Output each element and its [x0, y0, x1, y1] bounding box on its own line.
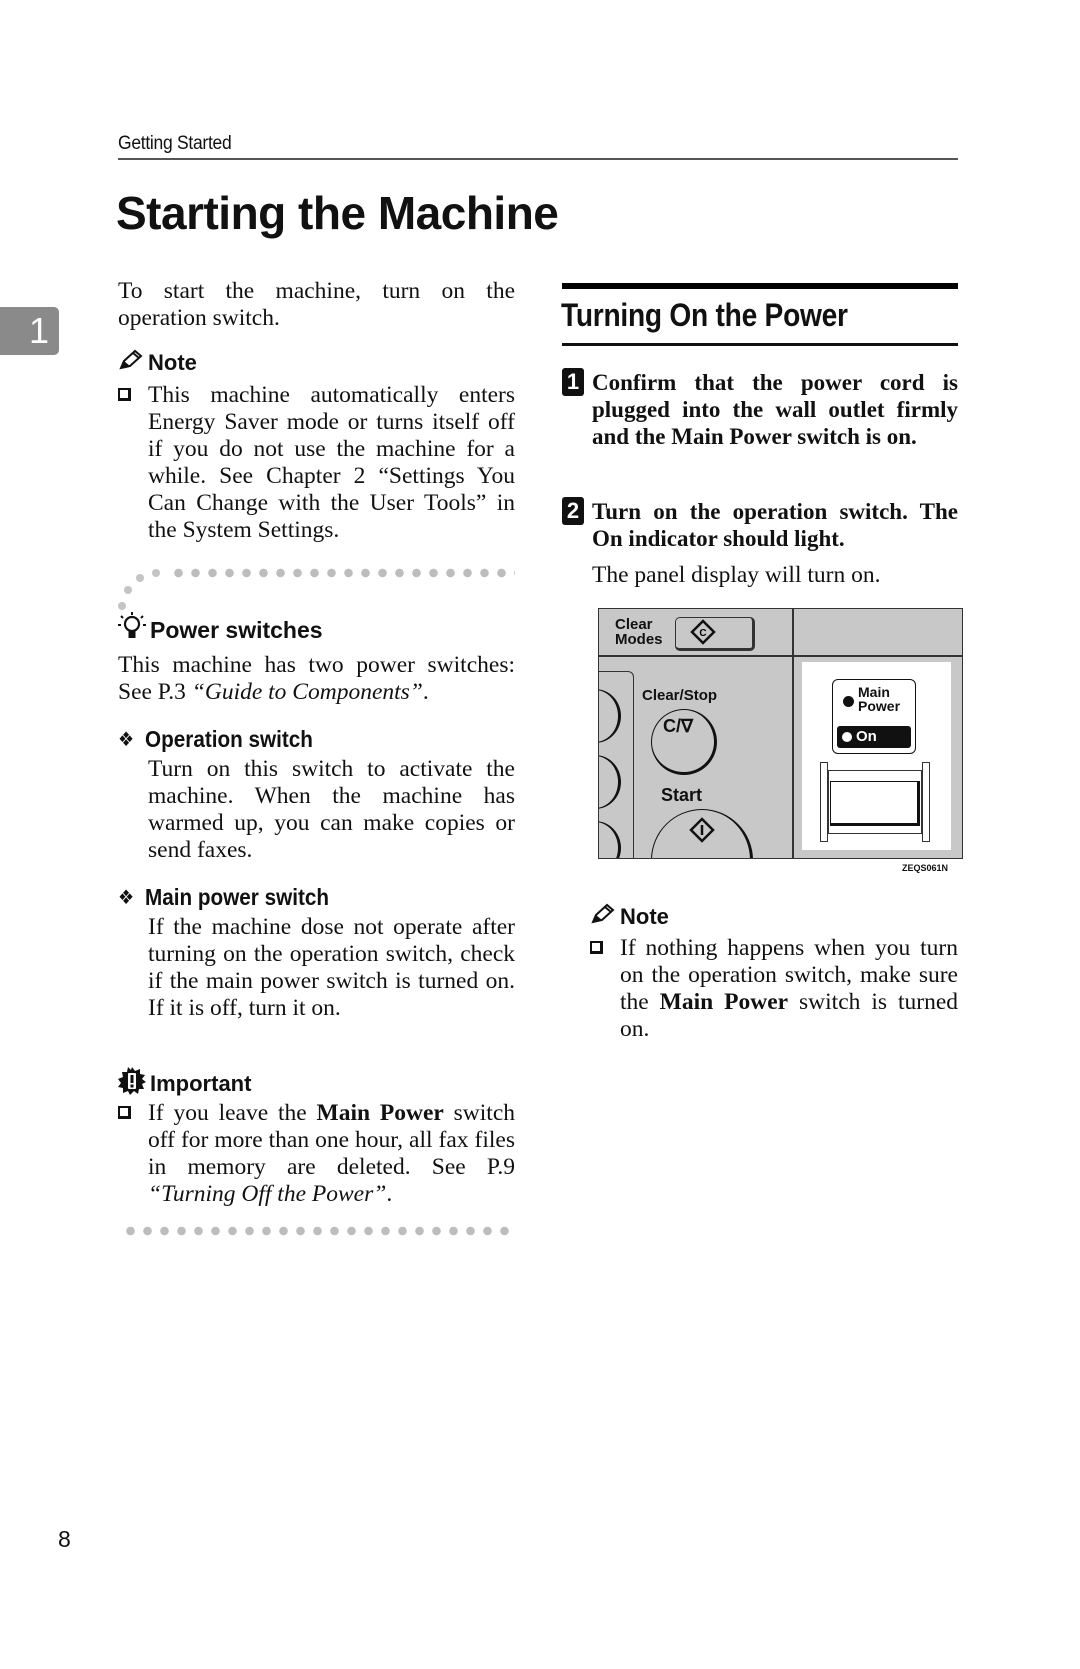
- intro-text: To start the machine, turn on the operat…: [118, 278, 515, 331]
- switch-guard: [820, 762, 828, 842]
- note-item-text: This machine automatically enters Energy…: [148, 382, 515, 543]
- subsection-title: Operation switch: [145, 726, 313, 752]
- main-power-indicator-box: Main Power On: [832, 679, 916, 754]
- important-text: If you leave the: [148, 1100, 317, 1126]
- pencil-icon: [118, 349, 144, 377]
- on-indicator: On: [837, 726, 911, 748]
- section-rule-top: [562, 283, 958, 289]
- important-text: .: [386, 1181, 393, 1207]
- checkbox-bullet-icon: [590, 935, 620, 1043]
- note-item-text: If nothing happens when you turn on the …: [620, 935, 958, 1043]
- step-2-result: The panel display will turn on.: [592, 562, 881, 588]
- section-rule-bottom: [562, 343, 958, 346]
- important-icon: [118, 1067, 146, 1101]
- clear-modes-label: Clear Modes: [615, 616, 663, 648]
- chapter-tab: 1: [0, 307, 59, 355]
- note-item: If nothing happens when you turn on the …: [590, 935, 958, 1043]
- reference-intro: This machine has two power switches: See…: [118, 652, 515, 706]
- operation-switch-heading: ❖ Operation switch: [118, 726, 475, 753]
- subsection-title: Main power switch: [145, 884, 330, 910]
- clear-modes-button[interactable]: C: [675, 617, 755, 651]
- svg-text:C: C: [699, 628, 706, 639]
- note-list: This machine automatically enters Energy…: [118, 382, 515, 544]
- main-power-emphasis: Main Power: [659, 989, 789, 1015]
- reference-heading-label: Power switches: [150, 616, 323, 643]
- running-header: Getting Started: [118, 133, 232, 154]
- checkbox-bullet-icon: [118, 382, 148, 544]
- step-2: 2 Turn on the operation switch. The On i…: [562, 497, 958, 552]
- panel-divider: [792, 655, 962, 657]
- page-title: Starting the Machine: [116, 187, 559, 239]
- control-panel-illustration: Clear Modes C Clear/Stop C/∇ Start Main …: [598, 608, 963, 859]
- main-power-area: Main Power On: [802, 662, 951, 850]
- dotted-divider: [170, 568, 515, 578]
- start-button[interactable]: [651, 809, 753, 858]
- main-power-switch-heading: ❖ Main power switch: [118, 884, 475, 911]
- main-power-emphasis: Main Power: [316, 1100, 444, 1126]
- figure-id: ZEQS061N: [902, 863, 949, 873]
- main-power-label: Main Power: [858, 684, 901, 714]
- section-title: Turning On the Power: [561, 297, 848, 333]
- note-list: If nothing happens when you turn on the …: [590, 935, 958, 1043]
- note-heading: Note: [118, 349, 515, 377]
- operation-switch-text: Turn on this switch to activate the mach…: [148, 756, 515, 863]
- note-item: This machine automatically enters Energy…: [118, 382, 515, 544]
- switch-guard: [922, 762, 930, 842]
- start-icon: [689, 817, 715, 843]
- note-heading-label: Note: [620, 904, 669, 929]
- important-list: If you leave the Main Power switch off f…: [118, 1100, 515, 1208]
- clear-stop-glyph: C/∇: [663, 716, 694, 736]
- step-number-badge: 1: [562, 368, 584, 396]
- guide-to-components-link[interactable]: “Guide to Components”: [192, 679, 423, 705]
- note-heading: Note: [590, 903, 669, 931]
- main-power-lamp: [843, 696, 854, 707]
- step-text: Turn on the operation switch. The On ind…: [592, 499, 958, 551]
- panel-divider: [792, 609, 794, 858]
- pencil-icon: [590, 903, 616, 931]
- reference-heading: Power switches: [118, 612, 515, 648]
- important-item-text: If you leave the Main Power switch off f…: [148, 1100, 515, 1208]
- diamond-bullet-icon: ❖: [118, 729, 135, 751]
- step-text: Confirm that the power cord is plugged i…: [592, 370, 958, 449]
- dotted-divider-bottom: [122, 1226, 515, 1236]
- header-rule: [118, 158, 958, 160]
- clear-stop-button[interactable]: C/∇: [651, 709, 717, 775]
- important-heading-label: Important: [150, 1071, 252, 1096]
- main-power-switch[interactable]: [830, 781, 920, 826]
- note-heading-label: Note: [148, 350, 197, 375]
- step-1: 1 Confirm that the power cord is plugged…: [562, 368, 958, 450]
- on-label: On: [856, 728, 877, 745]
- important-heading: Important: [118, 1067, 515, 1101]
- diamond-bullet-icon: ❖: [118, 887, 135, 909]
- clear-stop-label: Clear/Stop: [642, 687, 718, 704]
- panel-divider: [599, 655, 792, 657]
- start-label: Start: [661, 785, 703, 805]
- reference-intro-suffix: .: [422, 679, 429, 705]
- main-power-switch-text: If the machine dose not operate after tu…: [148, 914, 515, 1021]
- turning-off-power-link[interactable]: “Turning Off the Power”: [148, 1181, 386, 1207]
- lightbulb-icon: [118, 612, 146, 648]
- checkbox-bullet-icon: [118, 1100, 148, 1208]
- important-item: If you leave the Main Power switch off f…: [118, 1100, 515, 1208]
- on-lamp: [842, 732, 852, 742]
- step-number-badge: 2: [562, 497, 584, 525]
- page-number: 8: [58, 1526, 71, 1552]
